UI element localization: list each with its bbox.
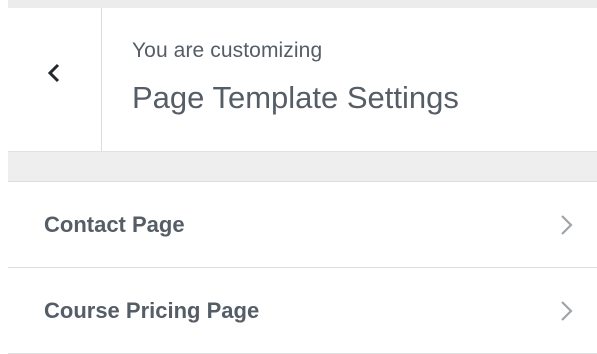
page-title: Page Template Settings (132, 80, 459, 115)
section-item-label: Contact Page (44, 211, 185, 237)
section-item-course-pricing-page[interactable]: Course Pricing Page (8, 268, 597, 354)
back-button[interactable] (8, 8, 102, 151)
panel-top-edge (8, 0, 597, 8)
section-list: Contact Page Course Pricing Page (8, 182, 597, 354)
section-item-label: Course Pricing Page (44, 297, 260, 323)
panel-title-block: You are customizing Page Template Settin… (102, 8, 597, 151)
section-divider-band (8, 152, 597, 182)
section-item-contact-page[interactable]: Contact Page (8, 182, 597, 268)
customizing-subtitle: You are customizing (132, 39, 323, 62)
chevron-right-icon (559, 298, 575, 324)
chevron-right-icon (559, 212, 575, 238)
panel-header: You are customizing Page Template Settin… (8, 8, 597, 152)
customizer-panel: You are customizing Page Template Settin… (0, 0, 597, 354)
chevron-left-icon (45, 63, 65, 89)
